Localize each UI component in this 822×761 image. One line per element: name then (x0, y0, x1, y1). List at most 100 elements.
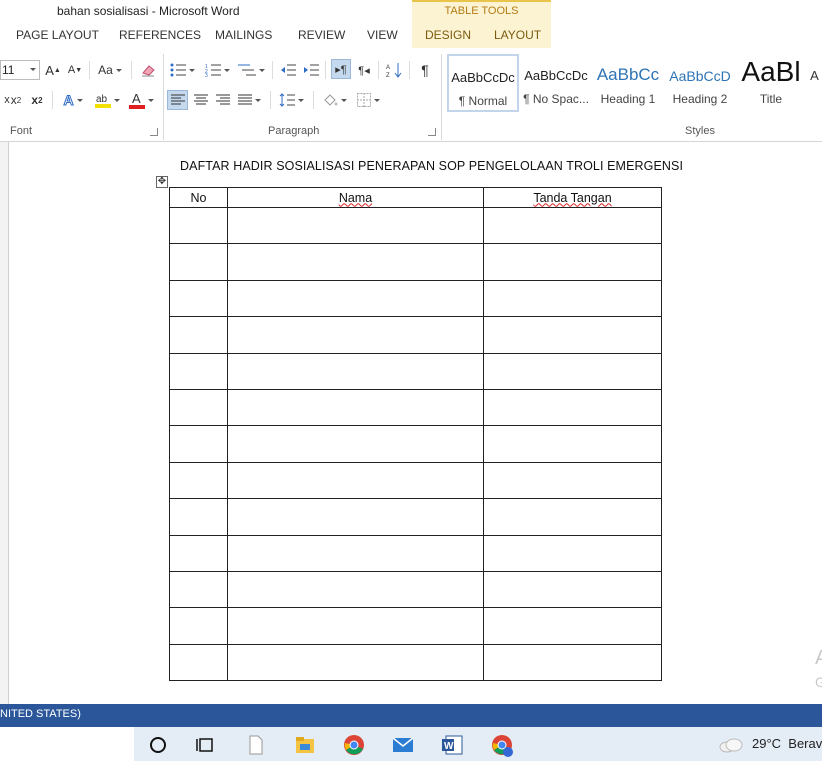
header-tanda-tangan[interactable]: Tanda Tangan (483, 187, 662, 208)
line-spacing-icon (279, 93, 295, 107)
change-case-button[interactable]: Aa (95, 60, 125, 80)
paragraph-dialog-launcher-icon[interactable] (428, 128, 436, 136)
cell-nama[interactable] (227, 316, 484, 354)
cell-tanda-tangan[interactable] (483, 316, 662, 354)
file-explorer-icon[interactable] (294, 734, 316, 756)
pilcrow-icon: ¶ (421, 62, 429, 78)
grow-font-button[interactable]: A ▲ (44, 60, 62, 80)
cell-tanda-tangan[interactable] (483, 461, 662, 500)
cell-nama[interactable] (227, 206, 484, 245)
document-area[interactable]: DAFTAR HADIR SOSIALISASI PENERAPAN SOP P… (0, 142, 822, 704)
cell-tanda-tangan[interactable] (483, 570, 662, 609)
cell-tanda-tangan[interactable] (483, 498, 662, 536)
cell-nama[interactable] (227, 388, 484, 427)
chrome-icon[interactable] (343, 734, 365, 756)
cell-tanda-tangan[interactable] (483, 352, 662, 390)
align-center-button[interactable] (190, 90, 211, 110)
style-title[interactable]: AaBl Title (737, 54, 805, 112)
cell-no[interactable] (169, 607, 228, 645)
tab-mailings[interactable]: MAILINGS (215, 28, 272, 42)
chrome-profile-icon[interactable] (491, 734, 513, 757)
cell-nama[interactable] (227, 425, 484, 463)
attendance-table[interactable]: No Nama Tanda Tangan (169, 187, 662, 682)
highlight-button[interactable]: ab (92, 90, 122, 110)
cell-tanda-tangan[interactable] (483, 643, 662, 682)
cell-no[interactable] (169, 279, 228, 318)
style-heading-1[interactable]: AaBbCc Heading 1 (593, 54, 663, 112)
cell-no[interactable] (169, 206, 228, 245)
cell-tanda-tangan[interactable] (483, 607, 662, 645)
cell-no[interactable] (169, 570, 228, 609)
cell-nama[interactable] (227, 352, 484, 390)
cell-no[interactable] (169, 461, 228, 500)
subscript-button[interactable]: x2 (7, 90, 25, 110)
align-right-button[interactable] (212, 90, 233, 110)
cell-tanda-tangan[interactable] (483, 243, 662, 281)
superscript-button[interactable]: x2 (28, 90, 46, 110)
cell-no[interactable] (169, 498, 228, 536)
cell-tanda-tangan[interactable] (483, 425, 662, 463)
cell-nama[interactable] (227, 279, 484, 318)
cell-no[interactable] (169, 534, 228, 572)
rtl-button[interactable]: ¶◂ (354, 60, 374, 80)
justify-button[interactable] (234, 90, 264, 110)
cell-no[interactable] (169, 643, 228, 682)
shrink-font-button[interactable]: A ▼ (66, 60, 84, 80)
show-hide-button[interactable]: ¶ (415, 60, 435, 80)
borders-button[interactable] (353, 90, 383, 110)
cell-nama[interactable] (227, 461, 484, 500)
font-color-button[interactable]: A (126, 90, 156, 110)
tab-view[interactable]: VIEW (367, 28, 398, 42)
cell-no[interactable] (169, 316, 228, 354)
tab-references[interactable]: REFERENCES (119, 28, 201, 42)
align-left-button[interactable] (167, 90, 188, 110)
task-view-icon[interactable] (195, 734, 217, 756)
style-no-spacing[interactable]: AaBbCcDc ¶ No Spac... (521, 54, 591, 112)
cortana-icon[interactable] (147, 734, 169, 756)
text-effects-button[interactable]: A (58, 90, 88, 110)
file-icon[interactable] (245, 734, 267, 756)
header-nama[interactable]: Nama (227, 187, 484, 208)
sort-button[interactable]: AZ (384, 60, 404, 80)
decrease-indent-button[interactable] (278, 60, 298, 80)
font-size-select[interactable]: 11 (0, 60, 40, 80)
cell-no[interactable] (169, 352, 228, 390)
header-no[interactable]: No (169, 187, 228, 208)
cell-tanda-tangan[interactable] (483, 388, 662, 427)
cell-no[interactable] (169, 388, 228, 427)
increase-indent-button[interactable] (301, 60, 321, 80)
multilevel-list-button[interactable] (236, 60, 266, 80)
weather-widget[interactable]: 29°C Berav (752, 736, 822, 751)
cell-nama[interactable] (227, 607, 484, 645)
cell-nama[interactable] (227, 570, 484, 609)
line-spacing-button[interactable] (276, 90, 306, 110)
cell-tanda-tangan[interactable] (483, 206, 662, 245)
bullets-button[interactable] (168, 60, 196, 80)
style-normal[interactable]: AaBbCcDc ¶ Normal (447, 54, 519, 112)
tab-layout[interactable]: LAYOUT (494, 28, 541, 42)
language-status[interactable]: NITED STATES) (0, 708, 81, 720)
mail-icon[interactable] (392, 734, 414, 756)
style-heading-2[interactable]: AaBbCcD Heading 2 (665, 54, 735, 112)
cell-no[interactable] (169, 425, 228, 463)
cell-nama[interactable] (227, 534, 484, 572)
title-bar: bahan sosialisasi - Microsoft Word (0, 0, 822, 24)
cell-tanda-tangan[interactable] (483, 279, 662, 318)
table-move-handle-icon[interactable]: ✥ (156, 176, 168, 188)
clear-formatting-button[interactable] (138, 60, 158, 80)
cell-nama[interactable] (227, 498, 484, 536)
shading-button[interactable] (319, 90, 349, 110)
numbering-button[interactable]: 123 (202, 60, 232, 80)
cell-tanda-tangan[interactable] (483, 534, 662, 572)
cell-nama[interactable] (227, 243, 484, 281)
style-next-partial[interactable]: A (807, 54, 822, 112)
font-dialog-launcher-icon[interactable] (150, 128, 158, 136)
cell-nama[interactable] (227, 643, 484, 682)
cell-no[interactable] (169, 243, 228, 281)
document-heading[interactable]: DAFTAR HADIR SOSIALISASI PENERAPAN SOP P… (180, 159, 683, 173)
tab-page-layout[interactable]: PAGE LAYOUT (16, 28, 99, 42)
tab-design[interactable]: DESIGN (425, 28, 471, 42)
ltr-button[interactable]: ▸¶ (331, 59, 351, 79)
tab-review[interactable]: REVIEW (298, 28, 345, 42)
word-icon[interactable]: W (441, 734, 463, 756)
